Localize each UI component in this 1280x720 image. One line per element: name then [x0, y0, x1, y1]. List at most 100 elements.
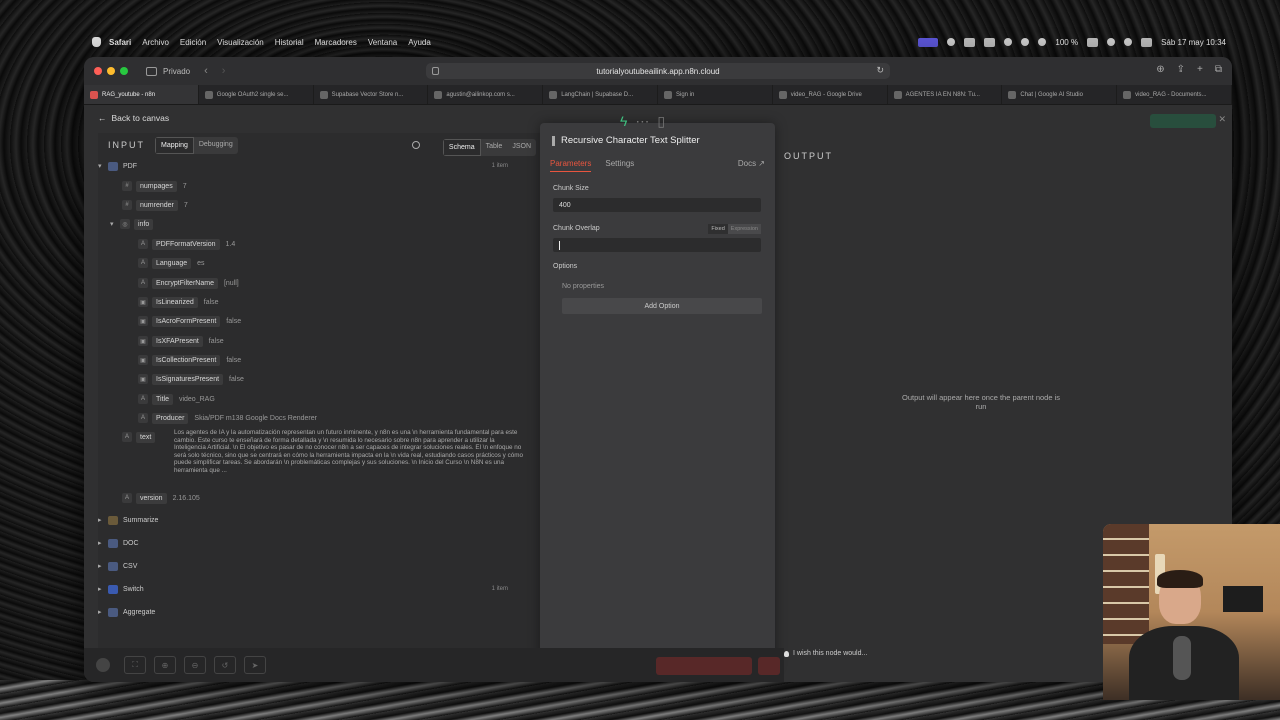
- zoom-out-icon[interactable]: ⊖: [184, 656, 206, 674]
- browser-tab[interactable]: RAG_youtube - n8n: [84, 85, 199, 104]
- chevron-right-icon[interactable]: ▸: [98, 608, 108, 616]
- wifi-icon[interactable]: [1107, 38, 1116, 46]
- field-row[interactable]: # numrender 7: [122, 198, 188, 212]
- minimize-window-button[interactable]: [107, 67, 115, 75]
- field-key[interactable]: version: [136, 492, 167, 504]
- fit-view-icon[interactable]: ⛶: [124, 656, 146, 674]
- field-row-text[interactable]: A text: [122, 430, 156, 444]
- menu-ayuda[interactable]: Ayuda: [408, 38, 431, 47]
- close-window-button[interactable]: [94, 67, 102, 75]
- cursor-icon[interactable]: ➤: [244, 656, 266, 674]
- field-key[interactable]: numpages: [136, 180, 177, 192]
- chunk-size-input[interactable]: 400: [553, 198, 761, 212]
- menu-historial[interactable]: Historial: [275, 38, 304, 47]
- new-tab-icon[interactable]: +: [1197, 64, 1203, 75]
- volume-icon[interactable]: [1021, 38, 1030, 46]
- execute-options-button[interactable]: [758, 657, 780, 675]
- chunk-overlap-input[interactable]: [553, 238, 761, 252]
- control-center-icon[interactable]: [1141, 37, 1153, 47]
- field-row[interactable]: A version 2.16.105: [122, 491, 200, 505]
- browser-tab[interactable]: AGENTES IA EN N8N: Tu...: [888, 85, 1003, 104]
- field-key[interactable]: info: [134, 218, 154, 230]
- field-row[interactable]: ▣ IsCollectionPresent false: [138, 353, 241, 367]
- avatar[interactable]: [96, 658, 110, 672]
- clipboard-icon[interactable]: [964, 37, 976, 47]
- close-icon[interactable]: ✕: [1218, 114, 1226, 125]
- node-row[interactable]: ▸ CSV: [98, 559, 508, 573]
- chevron-right-icon[interactable]: ▸: [98, 562, 108, 570]
- browser-tab[interactable]: LangChain | Supabase D...: [543, 85, 658, 104]
- address-bar[interactable]: tutorialyoutubeailink.app.n8n.cloud ↻: [426, 63, 890, 79]
- field-key[interactable]: PDFFormatVersion: [152, 238, 220, 250]
- fixed-toggle[interactable]: Fixed: [708, 224, 728, 234]
- tab-schema[interactable]: Schema: [442, 139, 481, 156]
- field-row[interactable]: ▣ IsSignaturesPresent false: [138, 372, 244, 386]
- field-key[interactable]: EncryptFilterName: [152, 277, 218, 289]
- app-icon[interactable]: [984, 37, 996, 47]
- field-key[interactable]: numrender: [136, 199, 178, 211]
- browser-tab[interactable]: video_RAG - Google Drive: [773, 85, 888, 104]
- field-row[interactable]: A Language es: [138, 256, 205, 270]
- field-key[interactable]: Title: [152, 393, 173, 405]
- field-row-info[interactable]: ▾ ◎ info: [110, 217, 154, 231]
- add-option-button[interactable]: Add Option: [562, 298, 762, 314]
- share-icon[interactable]: ⇪: [1177, 64, 1185, 75]
- chevron-down-icon[interactable]: ▾: [110, 220, 120, 228]
- menu-safari[interactable]: Safari: [109, 38, 131, 47]
- browser-tab[interactable]: Sign in: [658, 85, 773, 104]
- menu-ventana[interactable]: Ventana: [368, 38, 397, 47]
- back-arrow-icon[interactable]: ‹: [204, 65, 208, 77]
- field-row[interactable]: ▣ IsLinearized false: [138, 295, 219, 309]
- field-row[interactable]: ▣ IsAcroFormPresent false: [138, 314, 241, 328]
- tab-mapping[interactable]: Mapping: [155, 136, 194, 154]
- menu-edicion[interactable]: Edición: [180, 38, 206, 47]
- field-key[interactable]: Producer: [152, 412, 189, 424]
- menu-marcadores[interactable]: Marcadores: [315, 38, 357, 47]
- tab-settings[interactable]: Settings: [605, 159, 634, 172]
- docs-link[interactable]: Docs ↗: [738, 159, 765, 172]
- document-icon[interactable]: ▯: [657, 113, 665, 130]
- tab-overview-icon[interactable]: ⧉: [1215, 64, 1222, 75]
- browser-tab[interactable]: agustin@ailinkop.com s...: [428, 85, 544, 104]
- chevron-right-icon[interactable]: ▸: [98, 516, 108, 524]
- bolt-icon[interactable]: ϟ: [620, 113, 627, 130]
- back-to-canvas-button[interactable]: ← Back to canvas: [98, 113, 169, 123]
- shield-icon[interactable]: [432, 67, 439, 75]
- node-title-text[interactable]: Recursive Character Text Splitter: [561, 135, 700, 146]
- browser-tab[interactable]: Supabase Vector Store n...: [314, 85, 429, 104]
- save-button[interactable]: [1150, 114, 1216, 128]
- node-row-pdf[interactable]: ▾ PDF 1 item: [98, 159, 508, 173]
- field-key[interactable]: text: [136, 431, 156, 443]
- apple-icon[interactable]: [92, 37, 101, 47]
- search-icon[interactable]: [1124, 38, 1133, 46]
- chevron-down-icon[interactable]: ▾: [98, 162, 108, 170]
- field-row[interactable]: # numpages 7: [122, 179, 187, 193]
- play-icon[interactable]: [1004, 38, 1013, 46]
- battery-icon[interactable]: [1087, 37, 1099, 47]
- tab-debugging[interactable]: Debugging: [194, 137, 238, 154]
- forward-arrow-icon[interactable]: ›: [222, 65, 226, 77]
- clock[interactable]: Sáb 17 may 10:34: [1161, 38, 1226, 47]
- field-key[interactable]: IsCollectionPresent: [152, 354, 221, 366]
- field-key[interactable]: IsSignaturesPresent: [152, 373, 224, 385]
- field-key[interactable]: IsLinearized: [152, 296, 198, 308]
- grip-icon[interactable]: ⋯: [635, 113, 649, 130]
- field-row[interactable]: A Producer Skia/PDF m138 Google Docs Ren…: [138, 411, 317, 425]
- menu-archivo[interactable]: Archivo: [142, 38, 169, 47]
- tab-table[interactable]: Table: [481, 139, 508, 156]
- sidebar-icon[interactable]: [146, 66, 157, 76]
- screen-record-icon[interactable]: [918, 37, 939, 47]
- search-icon[interactable]: [412, 141, 420, 149]
- menu-visualizacion[interactable]: Visualización: [217, 38, 264, 47]
- gear-icon[interactable]: [947, 38, 956, 46]
- tab-json[interactable]: JSON: [507, 139, 536, 156]
- node-row[interactable]: ▸ Aggregate: [98, 605, 508, 619]
- download-icon[interactable]: ⊕: [1156, 64, 1164, 75]
- field-row[interactable]: ▣ IsXFAPresent false: [138, 334, 224, 348]
- tab-parameters[interactable]: Parameters: [550, 159, 592, 172]
- node-row[interactable]: ▸ Switch 1 item: [98, 582, 508, 596]
- browser-tab[interactable]: Chat | Google AI Studio: [1002, 85, 1118, 104]
- browser-tab[interactable]: video_RAG - Documents...: [1117, 85, 1232, 104]
- field-row[interactable]: A PDFFormatVersion 1.4: [138, 237, 235, 251]
- field-row[interactable]: A Title video_RAG: [138, 392, 215, 406]
